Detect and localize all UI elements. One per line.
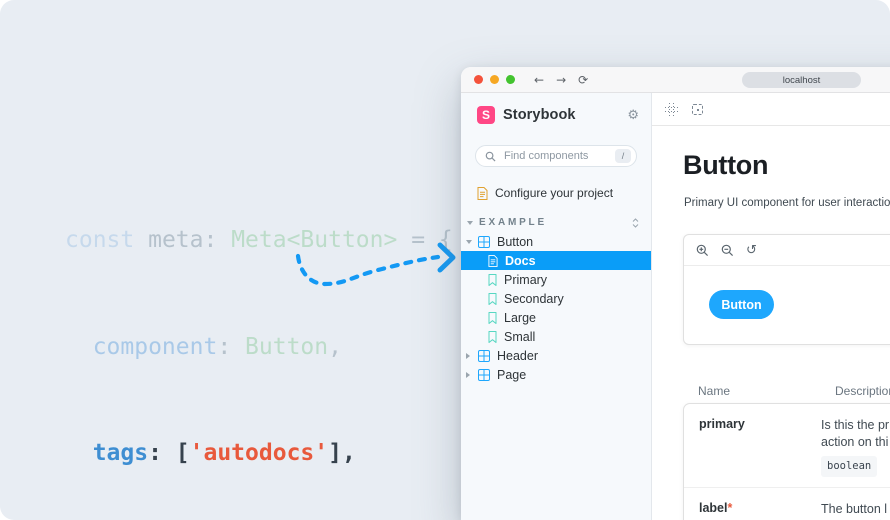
close-window-icon[interactable] (474, 75, 483, 84)
arg-name: primary (699, 417, 821, 477)
zoom-reset-icon[interactable]: ↺ (746, 244, 757, 257)
column-name: Name (698, 384, 835, 398)
sidebar-item-header[interactable]: Header (461, 346, 651, 365)
sidebar-item-button[interactable]: Button (461, 232, 651, 251)
table-row: primary Is this the pr action on thi boo… (684, 404, 890, 488)
back-icon[interactable]: ← (534, 74, 544, 86)
hero-banner: const meta: Meta<Button> = { component: … (0, 0, 890, 520)
bookmark-icon (488, 331, 497, 343)
storybook-logo: S (477, 106, 495, 124)
search-icon (485, 151, 496, 162)
sidebar-item-large[interactable]: Large (461, 308, 651, 327)
section-label: EXAMPLE (479, 217, 547, 228)
code-token: meta: (148, 227, 231, 253)
preview-button[interactable]: Button (709, 290, 774, 319)
canvas-toolbar (652, 93, 890, 126)
sidebar-section-example[interactable]: EXAMPLE (467, 216, 639, 229)
arg-name: label* (699, 501, 821, 520)
code-token: , (328, 334, 342, 360)
code-token: component (65, 334, 217, 360)
code-token: tags (65, 440, 148, 466)
zoom-out-icon[interactable] (721, 244, 734, 257)
slash-shortcut-badge: / (615, 149, 631, 163)
address-bar[interactable]: localhost (742, 72, 861, 88)
component-icon (478, 369, 490, 381)
code-token: : (217, 334, 245, 360)
sidebar-item-primary[interactable]: Primary (461, 270, 651, 289)
sidebar-item-label: Configure your project (495, 186, 613, 200)
search-input[interactable] (502, 149, 602, 163)
code-token: ], (328, 440, 356, 466)
browser-titlebar: ← → ⟳ localhost (461, 67, 890, 93)
code-token: const (65, 227, 148, 253)
story-tree: Button Docs Primary Secondary (461, 232, 651, 384)
required-asterisk: * (728, 501, 733, 515)
sidebar-item-small[interactable]: Small (461, 327, 651, 346)
minimize-window-icon[interactable] (490, 75, 499, 84)
code-token: : [ (148, 440, 190, 466)
tree-item-label: Page (497, 368, 526, 382)
collapse-expand-icon[interactable] (632, 218, 639, 228)
zoom-in-icon[interactable] (696, 244, 709, 257)
storybook-sidebar: S Storybook ⚙ / Configure your project E… (461, 93, 652, 520)
forward-icon[interactable]: → (556, 74, 566, 86)
measure-icon[interactable] (692, 104, 703, 115)
docs-pane: Button Primary UI component for user int… (652, 93, 890, 520)
bookmark-icon (488, 312, 497, 324)
page-title: Button (683, 150, 768, 180)
brand-title: Storybook (503, 107, 576, 123)
args-table: primary Is this the pr action on thi boo… (683, 403, 890, 520)
preview-canvas: Button (684, 266, 890, 344)
sidebar-item-secondary[interactable]: Secondary (461, 289, 651, 308)
docs-content: Button Primary UI component for user int… (652, 126, 890, 520)
bookmark-icon (488, 293, 497, 305)
table-row: label* The button l string (684, 488, 890, 520)
code-token: Button (245, 334, 328, 360)
bookmark-icon (488, 274, 497, 286)
tree-item-label: Header (497, 349, 538, 363)
chevron-down-icon (466, 240, 472, 244)
code-snippet: const meta: Meta<Button> = { component: … (65, 152, 467, 520)
arg-description: The button l string (821, 501, 890, 520)
component-icon (478, 350, 490, 362)
tree-item-label: Primary (504, 273, 547, 287)
arg-type-badge: boolean (821, 456, 877, 477)
column-description: Description (835, 384, 890, 398)
arg-description: Is this the pr action on thi boolean (821, 417, 890, 477)
chevron-right-icon (466, 353, 470, 359)
reload-icon[interactable]: ⟳ (578, 74, 588, 86)
story-preview-card: ↺ Button (683, 234, 890, 345)
annotation-arrow-icon (290, 240, 465, 300)
code-token-autodocs: 'autodocs' (190, 440, 328, 466)
search-box[interactable]: / (475, 145, 637, 167)
page-subtitle: Primary UI component for user interactio… (684, 197, 890, 209)
chevron-down-icon (467, 221, 473, 225)
tree-item-label: Docs (505, 254, 536, 268)
document-icon (488, 255, 498, 267)
chevron-right-icon (466, 372, 470, 378)
browser-window: ← → ⟳ localhost S Storybook ⚙ / (461, 67, 890, 520)
tree-item-label: Secondary (504, 292, 564, 306)
maximize-window-icon[interactable] (506, 75, 515, 84)
component-icon (478, 236, 490, 248)
sidebar-item-page[interactable]: Page (461, 365, 651, 384)
args-table-header: Name Description (698, 384, 890, 398)
gear-icon[interactable]: ⚙ (627, 109, 639, 122)
sidebar-item-configure[interactable]: Configure your project (477, 186, 613, 200)
sidebar-item-docs-selected[interactable]: Docs (461, 251, 651, 270)
code-highlighted-line: tags: ['autodocs'], (65, 436, 467, 472)
grid-toggle-icon[interactable] (665, 103, 678, 116)
preview-toolbar: ↺ (684, 235, 890, 266)
tree-item-label: Large (504, 311, 536, 325)
document-icon (477, 187, 488, 200)
tree-item-label: Button (497, 235, 533, 249)
tree-item-label: Small (504, 330, 535, 344)
